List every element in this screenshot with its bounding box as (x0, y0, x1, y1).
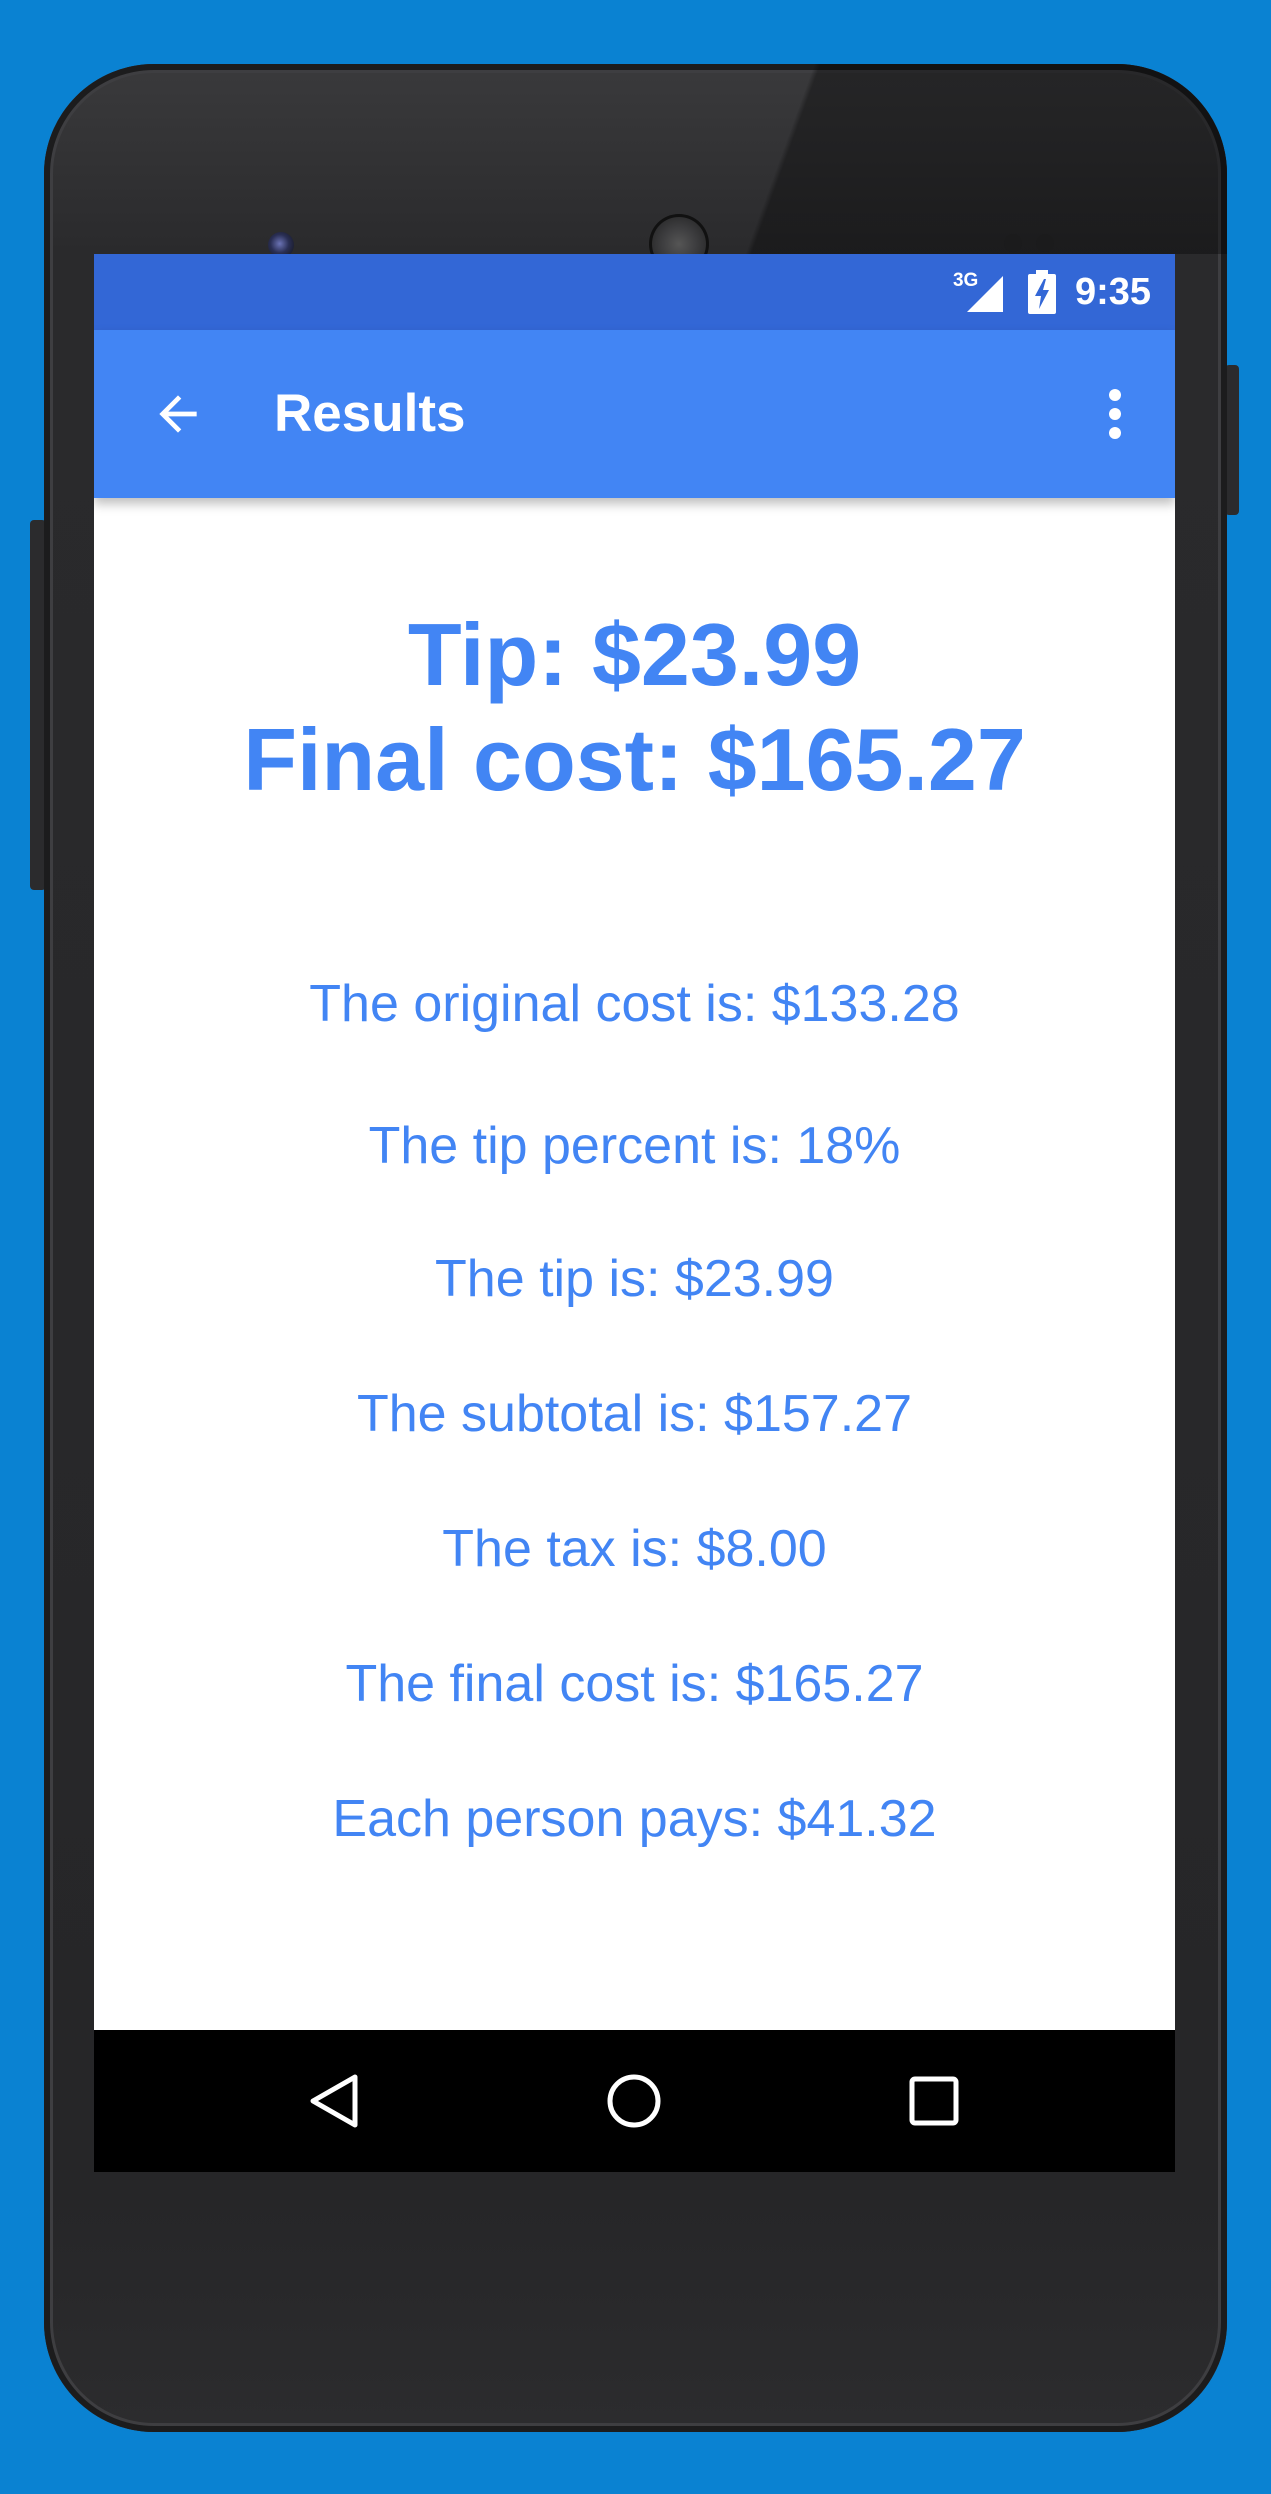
light-sensor-icon (1036, 234, 1054, 252)
nav-home-button[interactable] (584, 2051, 684, 2151)
more-vert-icon (1109, 389, 1121, 439)
phone-screen: 3G 9:35 Results Tip: $23.99 Final cost: … (94, 254, 1175, 2172)
background: 3G 9:35 Results Tip: $23.99 Final cost: … (0, 0, 1271, 2494)
nav-recents-button[interactable] (884, 2051, 984, 2151)
network-signal-icon: 3G (953, 270, 1009, 314)
nav-back-button[interactable] (284, 2051, 384, 2151)
status-bar: 3G 9:35 (94, 254, 1175, 330)
tip-amount-text: The tip is: $23.99 (435, 1250, 834, 1308)
status-icons: 3G 9:35 (953, 254, 1151, 330)
overflow-menu-button[interactable] (1095, 384, 1135, 444)
page-title: Results (274, 384, 466, 443)
arrow-back-icon (159, 395, 197, 433)
subtotal-text: The subtotal is: $157.27 (356, 1385, 913, 1443)
battery-charging-icon (1027, 270, 1057, 314)
phone-reflection (694, 64, 1227, 254)
final-cost-headline: Final cost: $165.27 (243, 710, 1026, 809)
proximity-sensor-icon (1004, 234, 1022, 252)
tip-percent-text: The tip percent is: 18% (368, 1117, 901, 1175)
original-cost-text: The original cost is: $133.28 (309, 975, 960, 1033)
nav-back-triangle-icon (310, 2074, 358, 2128)
tip-headline: Tip: $23.99 (407, 605, 862, 704)
final-cost-text: The final cost is: $165.27 (345, 1655, 924, 1713)
nav-recents-square-icon (909, 2076, 959, 2126)
phone-power-button (1225, 365, 1239, 515)
status-time: 9:35 (1074, 270, 1151, 313)
back-button[interactable] (144, 380, 212, 448)
nav-home-circle-icon (607, 2074, 661, 2128)
app-bar: Results (94, 330, 1175, 498)
per-person-text: Each person pays: $41.32 (332, 1790, 937, 1848)
tax-text: The tax is: $8.00 (442, 1520, 827, 1578)
navigation-bar (94, 2030, 1175, 2172)
